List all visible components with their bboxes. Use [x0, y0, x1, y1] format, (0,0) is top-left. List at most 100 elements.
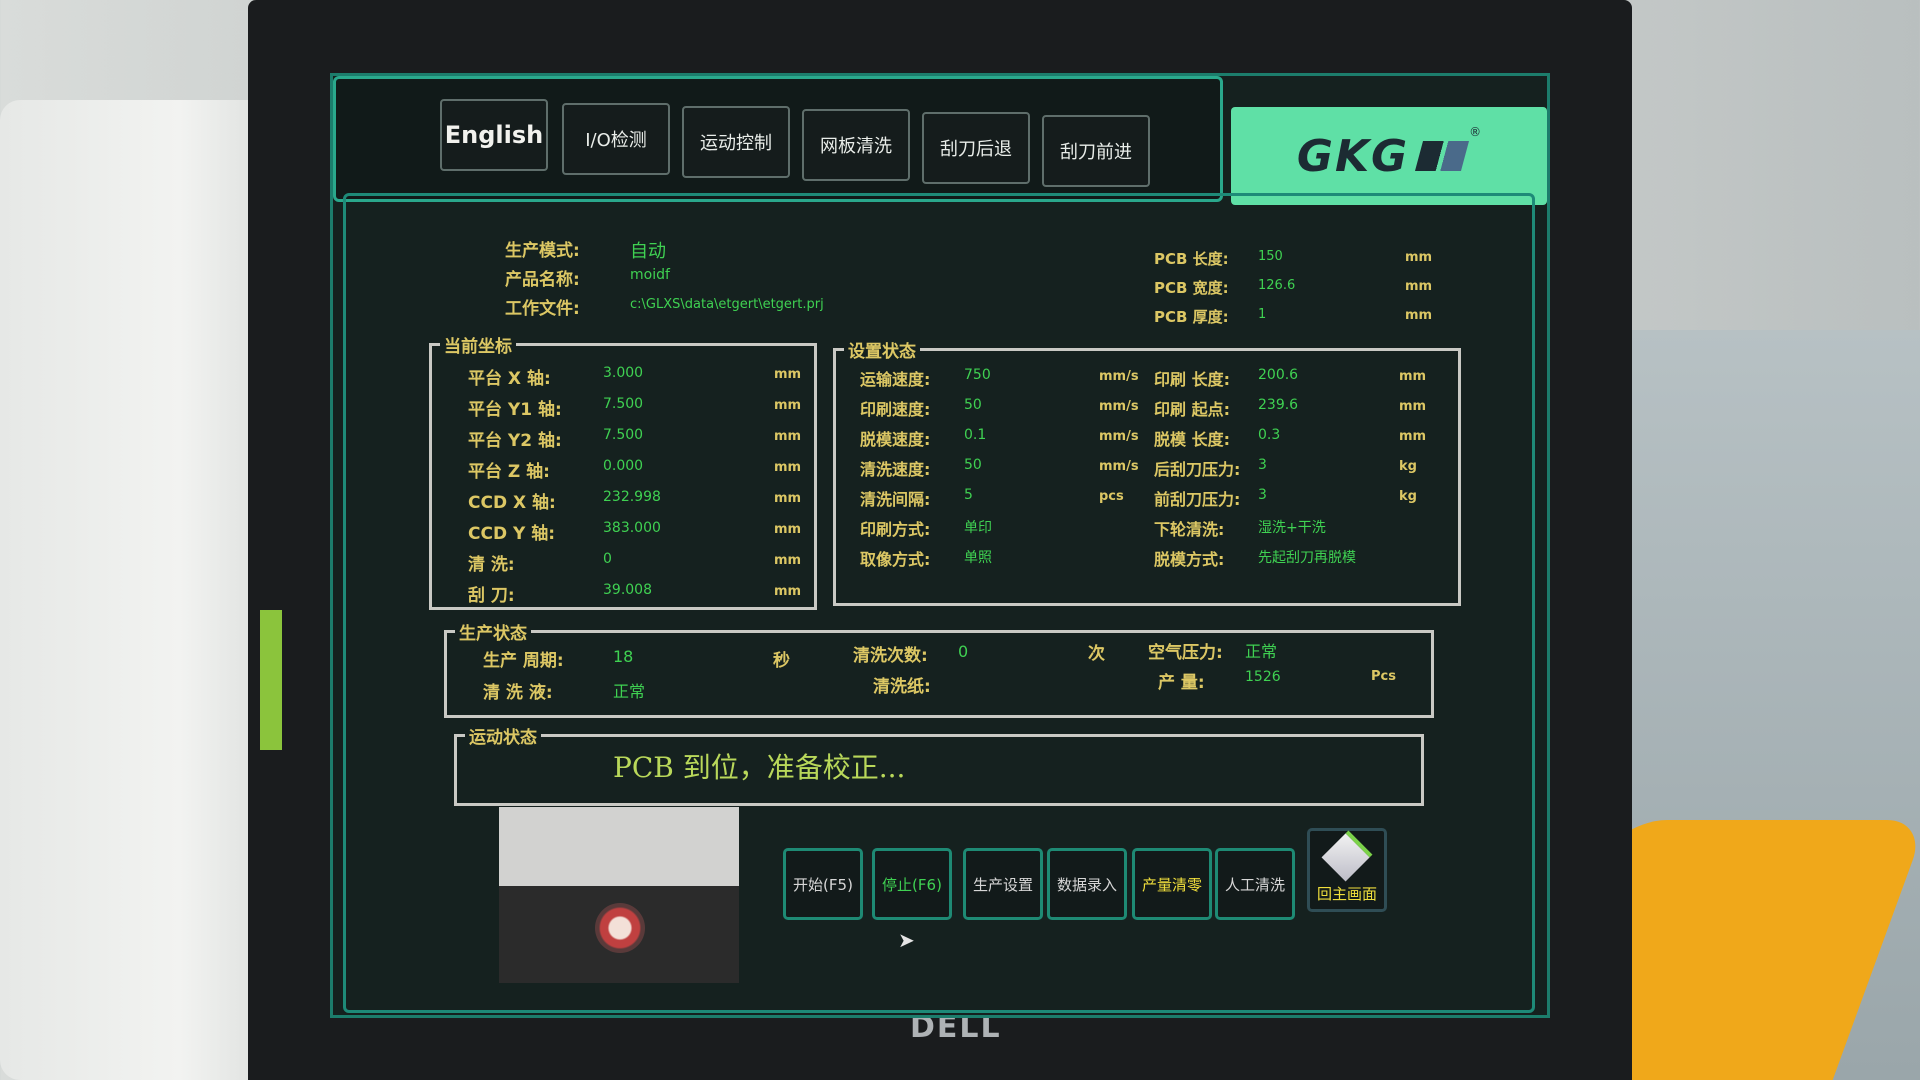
- pcb-value: 150: [1258, 249, 1283, 264]
- reset-count-button[interactable]: 产量清零: [1132, 848, 1212, 920]
- clean-count-value: 0: [958, 642, 969, 661]
- setting-left-value: 750: [964, 367, 991, 383]
- setting-left-unit: mm/s: [1099, 429, 1139, 444]
- product-label: 产品名称:: [505, 270, 580, 290]
- button-label: 开始(F5): [793, 875, 853, 894]
- motion-status-message: PCB 到位，准备校正...: [613, 751, 906, 784]
- pcb-unit: mm: [1405, 308, 1433, 323]
- fiducial-mark: [595, 903, 645, 953]
- solvent-value: 正常: [613, 682, 646, 701]
- camera-view: [499, 807, 739, 983]
- coords-title: 当前坐标: [440, 332, 516, 357]
- coord-unit: mm: [774, 460, 802, 475]
- pcb-unit: mm: [1405, 279, 1433, 294]
- pcb-value: 1: [1258, 307, 1267, 322]
- button-label: 数据录入: [1056, 875, 1117, 894]
- setting-right-unit: mm: [1399, 429, 1427, 444]
- solvent-label: 清 洗 液:: [483, 683, 553, 703]
- setting-right-value: 239.6: [1258, 397, 1299, 413]
- pcb-unit: mm: [1405, 250, 1433, 265]
- setting-left-value: 50: [964, 457, 982, 473]
- setting-right-unit: mm: [1399, 369, 1427, 384]
- manual-clean-button[interactable]: 人工清洗: [1215, 848, 1295, 920]
- coord-value: 7.500: [603, 427, 644, 443]
- setting-left-label: 清洗间隔:: [860, 490, 931, 509]
- mode-label: 生产模式:: [505, 241, 580, 261]
- coord-value: 3.000: [603, 365, 644, 381]
- status-light-left: [260, 610, 282, 750]
- brand-logo: GKG ®: [1231, 107, 1547, 205]
- output-unit: Pcs: [1371, 669, 1396, 684]
- setting-right-value: 先起刮刀再脱模: [1258, 550, 1356, 566]
- button-label: 生产设置: [972, 875, 1033, 894]
- cycle-unit: 秒: [773, 651, 790, 671]
- clean-count-label: 清洗次数:: [853, 646, 928, 666]
- setting-left-value: 单照: [964, 550, 992, 566]
- coord-label: 刮 刀:: [468, 586, 515, 606]
- tab-english[interactable]: English: [440, 99, 548, 171]
- data-entry-button[interactable]: 数据录入: [1047, 848, 1127, 920]
- coord-unit: mm: [774, 491, 802, 506]
- setting-left-label: 清洗速度:: [860, 460, 931, 479]
- coord-unit: mm: [774, 522, 802, 537]
- coord-unit: mm: [774, 398, 802, 413]
- production-settings-button[interactable]: 生产设置: [963, 848, 1043, 920]
- mode-value: 自动: [630, 241, 666, 262]
- tab-squeegee-back[interactable]: 刮刀后退: [922, 112, 1030, 184]
- stop-button[interactable]: 停止(F6): [872, 848, 952, 920]
- cycle-label: 生产 周期:: [483, 651, 564, 671]
- setting-left-unit: mm/s: [1099, 369, 1139, 384]
- setting-right-label: 前刮刀压力:: [1154, 490, 1241, 509]
- coord-label: 平台 Y1 轴:: [468, 400, 562, 420]
- setting-right-value: 200.6: [1258, 367, 1299, 383]
- setting-right-value: 湿洗+干洗: [1258, 520, 1326, 536]
- pcb-label: PCB 厚度:: [1154, 308, 1229, 326]
- pcb-label: PCB 宽度:: [1154, 279, 1229, 297]
- setting-right-label: 印刷 起点:: [1154, 400, 1230, 419]
- product-value: moidf: [630, 267, 670, 283]
- coord-value: 39.008: [603, 582, 652, 598]
- tab-io-check[interactable]: I/O检测: [562, 103, 670, 175]
- file-label: 工作文件:: [505, 299, 580, 319]
- production-title: 生产状态: [455, 619, 531, 644]
- tab-stencil-clean[interactable]: 网板清洗: [802, 109, 910, 181]
- setting-left-value: 单印: [964, 520, 992, 536]
- setting-left-label: 运输速度:: [860, 370, 931, 389]
- button-label: 停止(F6): [882, 875, 942, 894]
- brand-bars-icon: [1415, 141, 1470, 171]
- settings-title: 设置状态: [844, 337, 920, 362]
- paper-label: 清洗纸:: [873, 677, 931, 697]
- tab-bar: English I/O检测 运动控制 网板清洗 刮刀后退 刮刀前进: [333, 76, 1223, 202]
- setting-right-label: 印刷 长度:: [1154, 370, 1230, 389]
- button-label: 回主画面: [1316, 884, 1377, 903]
- setting-right-label: 下轮清洗:: [1154, 520, 1225, 539]
- tab-squeegee-forward[interactable]: 刮刀前进: [1042, 115, 1150, 187]
- home-button[interactable]: 回主画面: [1307, 828, 1387, 912]
- coord-value: 383.000: [603, 520, 661, 536]
- mouse-cursor-icon: ➤: [898, 928, 915, 952]
- production-box: 生产状态: [444, 619, 1434, 718]
- hmi-screen: English I/O检测 运动控制 网板清洗 刮刀后退 刮刀前进 GKG ® …: [330, 73, 1550, 1018]
- start-button[interactable]: 开始(F5): [783, 848, 863, 920]
- setting-right-unit: mm: [1399, 399, 1427, 414]
- air-pressure-value: 正常: [1245, 642, 1278, 661]
- setting-right-unit: kg: [1399, 459, 1417, 474]
- file-value: c:\GLXS\data\etgert\etgert.prj: [630, 297, 824, 312]
- tab-motion-control[interactable]: 运动控制: [682, 106, 790, 178]
- setting-left-value: 50: [964, 397, 982, 413]
- clean-count-unit: 次: [1088, 644, 1105, 664]
- setting-left-label: 取像方式:: [860, 550, 931, 569]
- coord-unit: mm: [774, 584, 802, 599]
- setting-right-label: 脱模方式:: [1154, 550, 1225, 569]
- setting-left-label: 印刷方式:: [860, 520, 931, 539]
- coord-label: 平台 Y2 轴:: [468, 431, 562, 451]
- coord-value: 0: [603, 551, 612, 567]
- setting-left-label: 脱模速度:: [860, 430, 931, 449]
- setting-right-value: 3: [1258, 487, 1267, 503]
- coord-label: CCD Y 轴:: [468, 524, 556, 544]
- home-icon: [1321, 830, 1373, 881]
- setting-right-label: 脱模 长度:: [1154, 430, 1230, 449]
- motion-title: 运动状态: [465, 723, 541, 748]
- setting-left-value: 0.1: [964, 427, 987, 443]
- pcb-label: PCB 长度:: [1154, 250, 1229, 268]
